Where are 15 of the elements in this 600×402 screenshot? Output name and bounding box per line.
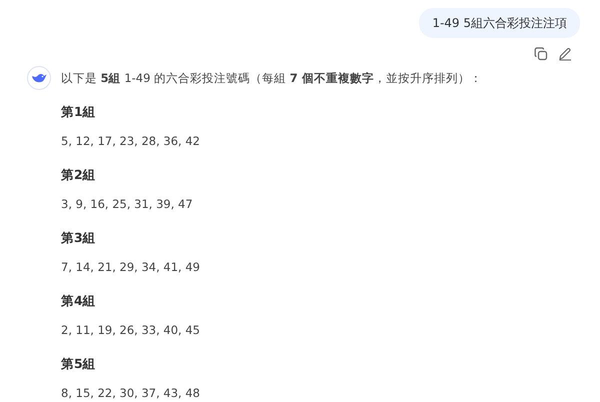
assistant-avatar-icon <box>27 66 51 90</box>
group-heading: 第4組 <box>61 293 97 309</box>
number-list: 8, 15, 22, 30, 37, 43, 48 <box>61 385 580 401</box>
group-heading: 第1組 <box>61 104 97 120</box>
group-heading: 第5組 <box>61 356 97 372</box>
number-list: 3, 9, 16, 25, 31, 39, 47 <box>61 196 580 212</box>
copy-icon[interactable] <box>534 47 548 61</box>
number-list: 7, 14, 21, 29, 34, 41, 49 <box>61 259 580 275</box>
number-list: 5, 12, 17, 23, 28, 36, 42 <box>61 133 580 149</box>
number-list: 2, 11, 19, 26, 33, 40, 45 <box>61 322 580 338</box>
edit-icon[interactable] <box>558 47 572 61</box>
reply-intro: 以下是 5組 1-49 的六合彩投注號碼（每組 7 個不重複數字，並按升序排列）： <box>61 70 483 86</box>
group-heading: 第2組 <box>61 167 97 183</box>
user-message: 1-49 5組六合彩投注注項 <box>419 8 580 38</box>
group-heading: 第3組 <box>61 230 97 246</box>
